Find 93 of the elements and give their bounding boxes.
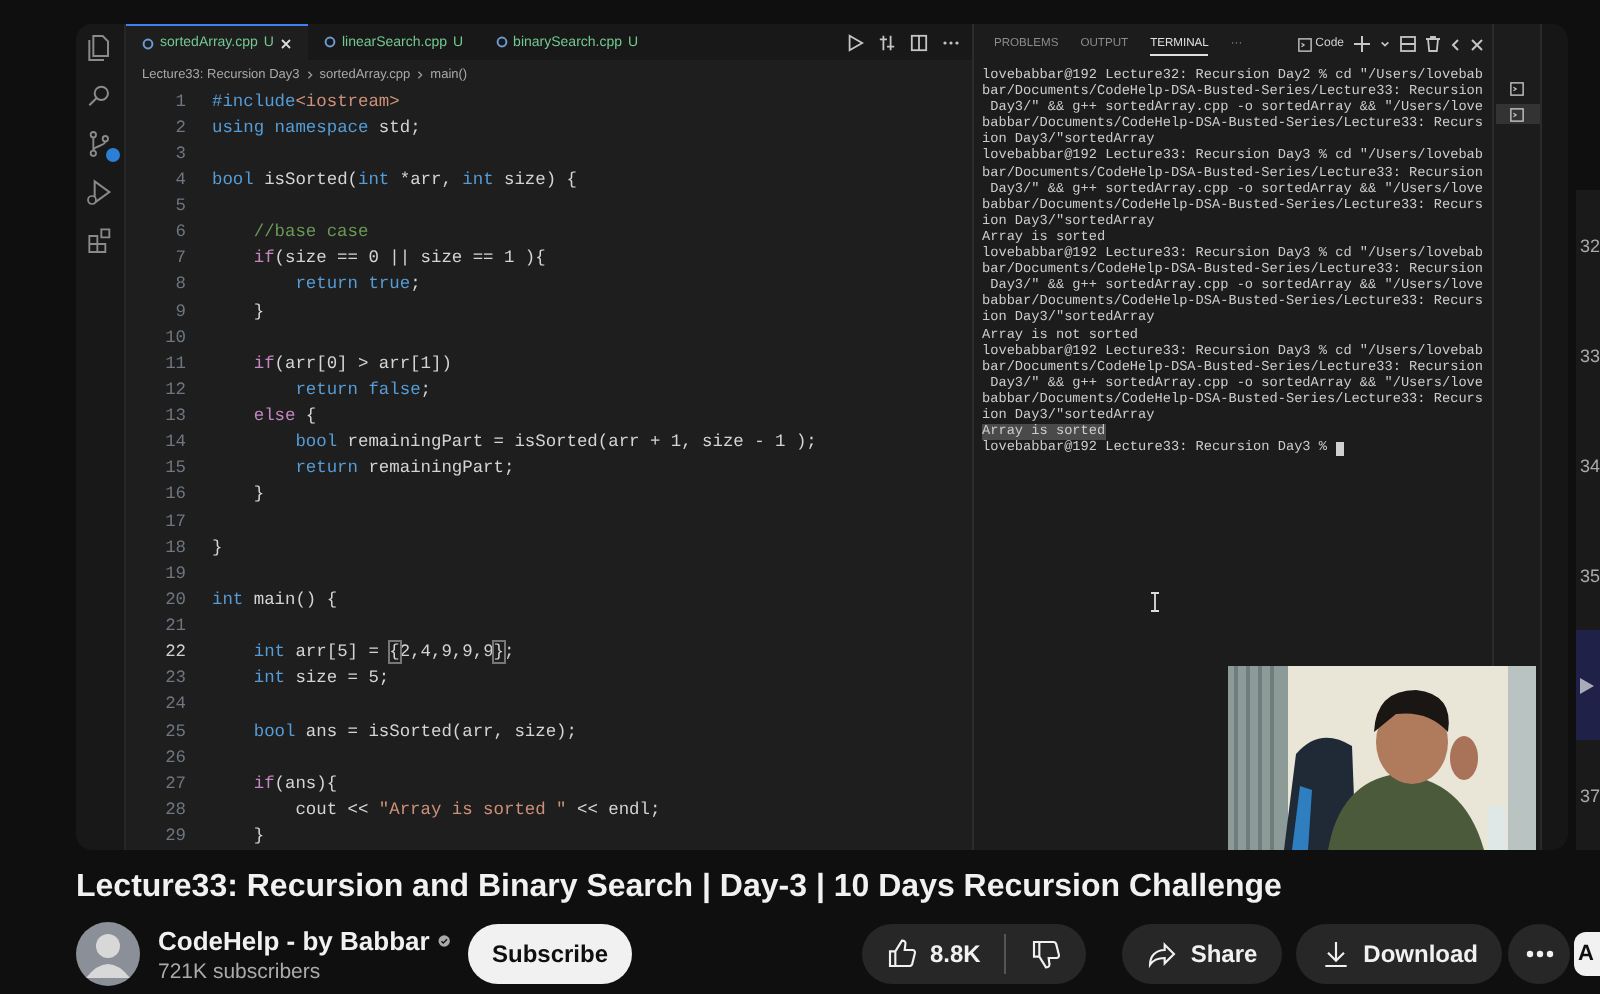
more-button[interactable] (1508, 924, 1570, 984)
chevron-icon (305, 69, 314, 79)
line-number: 13 (163, 406, 186, 427)
line-number: 12 (163, 379, 186, 400)
trash-icon[interactable] (1426, 36, 1440, 52)
play-icon[interactable] (846, 33, 864, 51)
playlist-item[interactable]: 33 (1576, 300, 1600, 410)
code-line: } (251, 826, 265, 847)
file-icon (142, 37, 154, 49)
line-number: 23 (163, 668, 186, 689)
code-line: cout << "Array is sorted " << endl; (293, 799, 661, 820)
terminal-icon[interactable] (1510, 81, 1524, 95)
compare-icon[interactable] (878, 33, 896, 51)
line-number: 19 (163, 563, 186, 584)
line-number: 3 (173, 143, 186, 164)
code-line: return remainingPart; (293, 458, 515, 479)
line-number: 27 (163, 773, 186, 794)
code-line: if(ans){ (251, 773, 338, 794)
code-line: else { (251, 406, 317, 427)
line-number: 8 (173, 274, 186, 295)
code-line: using namespace std; (212, 117, 421, 138)
playlist-item[interactable]: 32 (1576, 190, 1600, 300)
line-number: 11 (163, 353, 186, 374)
code-line: int main() { (212, 589, 338, 610)
code-line: int size = 5; (251, 668, 390, 689)
thumb-down-icon (1030, 938, 1063, 970)
more-icon (1525, 950, 1553, 958)
thumb-up-icon (885, 938, 918, 970)
close-icon[interactable] (1470, 37, 1484, 51)
close-icon (279, 37, 292, 49)
play-bug-icon[interactable] (84, 176, 116, 208)
code-line: if(size == 0 || size == 1 ){ (251, 248, 546, 269)
code-line: bool isSorted(int *arr, int size) { (212, 169, 577, 190)
line-number: 22 (163, 642, 186, 663)
download-button[interactable]: Download (1295, 924, 1502, 984)
code-line: bool remainingPart = isSorted(arr + 1, size - 1 ); (293, 432, 817, 453)
line-number: 25 (163, 721, 186, 742)
text-cursor-icon (1150, 592, 1160, 612)
line-number: 28 (163, 799, 186, 820)
line-number: 15 (163, 458, 186, 479)
playlist-item[interactable]: 34 (1576, 410, 1600, 520)
line-number: 9 (173, 301, 186, 322)
blocks-icon[interactable] (84, 224, 116, 256)
code-line: int arr[5] = {2,4,9,9,9}; (251, 642, 515, 663)
code-line: } (251, 484, 265, 505)
code-line: //base case (251, 222, 369, 243)
line-number: 4 (173, 169, 186, 190)
terminal-icon[interactable] (1510, 107, 1524, 121)
line-number: 5 (173, 196, 186, 217)
line-number: 26 (163, 747, 186, 768)
caret-icon[interactable] (1380, 40, 1390, 48)
line-number: 2 (173, 117, 186, 138)
file-icon (495, 36, 508, 48)
playlist-item[interactable]: 37 (1576, 740, 1600, 850)
video-title: Lecture33: Recursion and Binary Search | Day-3 | 10 Days Recursion Challenge (76, 870, 1284, 906)
split-icon[interactable] (910, 33, 928, 51)
code-line: return false; (293, 379, 431, 400)
code-line: } (251, 301, 265, 322)
line-number: 10 (163, 327, 186, 348)
subscriber-count: 721K subscribers (158, 959, 323, 983)
subscribe-button[interactable]: Subscribe (468, 924, 633, 984)
download-icon (1319, 938, 1352, 970)
line-number: 16 (163, 484, 186, 505)
line-number: 1 (173, 91, 186, 112)
terminal-icon (1297, 37, 1312, 51)
chevron-icon[interactable] (1450, 37, 1460, 51)
code-line: } (212, 537, 223, 558)
code-line: return true; (293, 274, 421, 295)
file-icon (323, 36, 336, 48)
filter-chip[interactable]: A (1574, 932, 1600, 976)
line-number: 21 (163, 616, 186, 637)
play-icon (1580, 677, 1594, 693)
chevron-icon (416, 69, 425, 79)
code-line: if(arr[0] > arr[1]) (251, 353, 452, 374)
channel-name[interactable]: CodeHelp - by Babbar (158, 925, 430, 955)
line-number: 17 (163, 511, 186, 532)
line-number: 14 (163, 432, 186, 453)
share-icon (1146, 938, 1179, 970)
line-number: 7 (173, 248, 186, 269)
more-icon[interactable] (942, 39, 960, 45)
split-icon[interactable] (1400, 36, 1416, 52)
playlist-item[interactable] (1576, 630, 1600, 740)
plus-icon[interactable] (1354, 36, 1370, 52)
code-line: bool ans = isSorted(arr, size); (251, 721, 577, 742)
line-number: 29 (163, 826, 186, 847)
line-number: 6 (173, 222, 186, 243)
line-number: 20 (163, 589, 186, 610)
code-line: #include<iostream> (212, 91, 400, 112)
playlist-item[interactable]: 35 (1576, 520, 1600, 630)
line-number: 24 (163, 694, 186, 715)
line-number: 18 (163, 537, 186, 558)
avatar-icon[interactable] (76, 922, 140, 986)
share-button[interactable]: Share (1122, 924, 1282, 984)
